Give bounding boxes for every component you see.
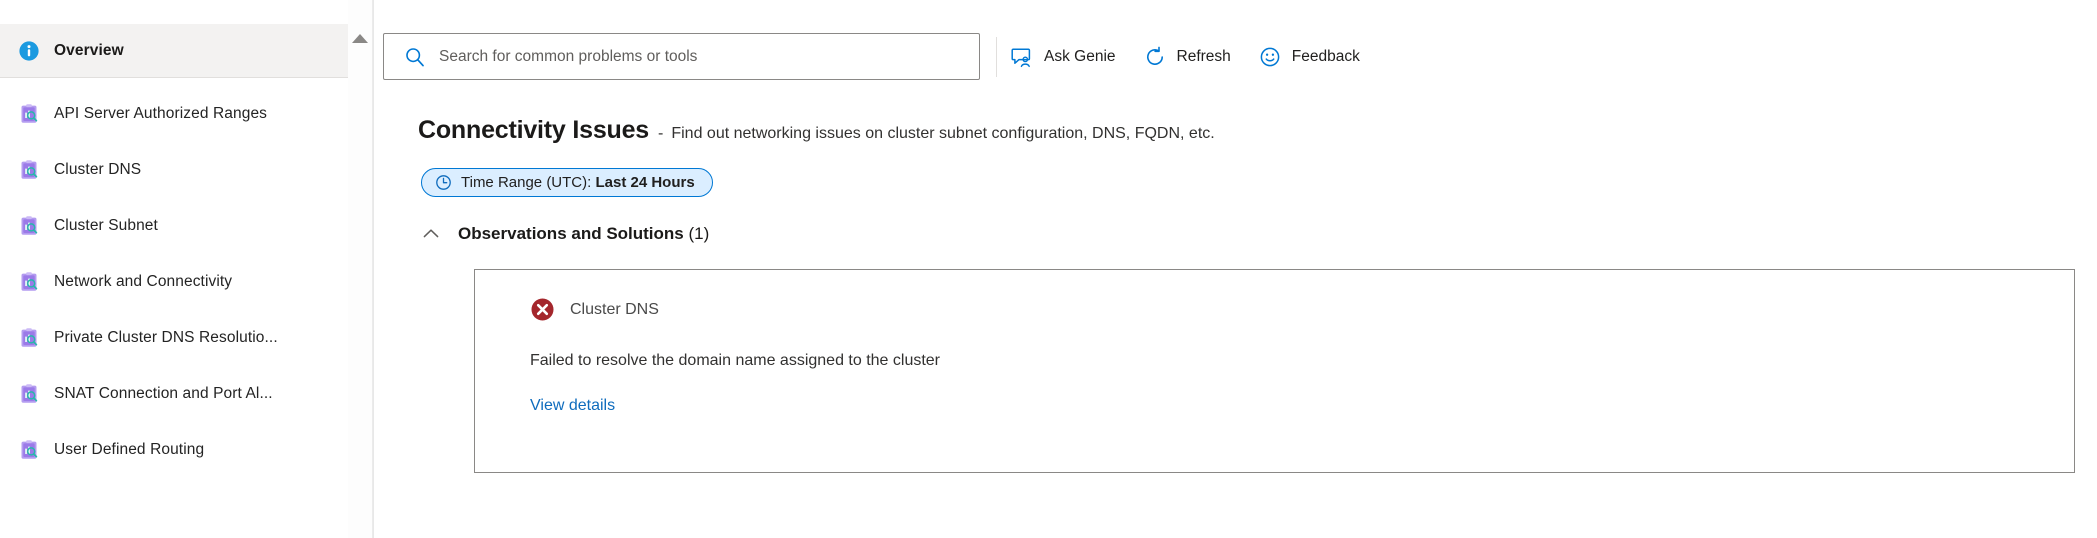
smiley-icon [1259, 46, 1281, 68]
feedback-button[interactable]: Feedback [1245, 40, 1374, 74]
time-range-text: Time Range (UTC): Last 24 Hours [461, 174, 695, 191]
sidebar-item-snat-connection-and-port-allocation[interactable]: SNAT Connection and Port Al... [0, 371, 348, 417]
refresh-button[interactable]: Refresh [1130, 40, 1245, 74]
error-circle-icon [530, 297, 555, 322]
time-range-value: Last 24 Hours [595, 174, 694, 191]
sidebar-item-cluster-dns[interactable]: Cluster DNS [0, 147, 348, 193]
observations-count: (1) [688, 224, 709, 243]
observation-card-title: Cluster DNS [570, 301, 659, 319]
chevron-up-icon [421, 224, 441, 244]
observations-section-header[interactable]: Observations and Solutions (1) [421, 224, 709, 244]
clipboard-search-icon [18, 159, 40, 181]
observation-card: Cluster DNS Failed to resolve the domain… [474, 269, 2075, 473]
search-box[interactable] [383, 33, 980, 80]
chat-person-icon [1011, 46, 1033, 68]
toolbar: Ask Genie Refresh [383, 0, 2097, 80]
clipboard-search-icon [18, 103, 40, 125]
sidebar-item-label: API Server Authorized Ranges [54, 105, 267, 123]
sidebar-item-api-server-authorized-ranges[interactable]: API Server Authorized Ranges [0, 91, 348, 137]
sidebar-item-label: Private Cluster DNS Resolutio... [54, 329, 278, 347]
sidebar-item-label: Overview [54, 42, 124, 60]
sidebar-item-user-defined-routing[interactable]: User Defined Routing [0, 427, 348, 473]
sidebar-item-private-cluster-dns-resolution[interactable]: Private Cluster DNS Resolutio... [0, 315, 348, 361]
time-range-label: Time Range (UTC): [461, 174, 595, 191]
search-input[interactable] [439, 48, 919, 66]
observations-title-text: Observations and Solutions [458, 224, 688, 243]
feedback-label: Feedback [1292, 48, 1360, 66]
view-details-link[interactable]: View details [530, 397, 615, 415]
sidebar-item-label: SNAT Connection and Port Al... [54, 385, 273, 403]
clipboard-search-icon [18, 215, 40, 237]
ask-genie-button[interactable]: Ask Genie [997, 40, 1130, 74]
page-title: Connectivity Issues [418, 116, 649, 145]
clipboard-search-icon [18, 439, 40, 461]
sidebar-item-cluster-subnet[interactable]: Cluster Subnet [0, 203, 348, 249]
sidebar-item-label: Network and Connectivity [54, 273, 232, 291]
observation-card-description: Failed to resolve the domain name assign… [475, 352, 2074, 370]
info-circle-icon [18, 40, 40, 62]
sidebar: Overview API Server Authorized Ranges [0, 0, 348, 538]
clock-icon [435, 174, 452, 191]
time-range-pill[interactable]: Time Range (UTC): Last 24 Hours [421, 168, 713, 197]
time-range-row: Time Range (UTC): Last 24 Hours [421, 168, 2097, 197]
clipboard-search-icon [18, 383, 40, 405]
page-subtitle: Find out networking issues on cluster su… [671, 125, 1214, 143]
refresh-icon [1144, 46, 1166, 68]
clipboard-search-icon [18, 271, 40, 293]
observations-section-title: Observations and Solutions (1) [458, 224, 709, 244]
main-content: Ask Genie Refresh [348, 0, 2097, 538]
search-icon [404, 46, 426, 68]
page-title-row: Connectivity Issues - Find out networkin… [418, 116, 2097, 145]
refresh-label: Refresh [1177, 48, 1231, 66]
clipboard-search-icon [18, 327, 40, 349]
sidebar-item-label: Cluster DNS [54, 161, 141, 179]
ask-genie-label: Ask Genie [1044, 48, 1116, 66]
sidebar-item-label: Cluster Subnet [54, 217, 158, 235]
sidebar-item-label: User Defined Routing [54, 441, 204, 459]
observation-card-header: Cluster DNS [475, 297, 2074, 322]
diagnostics-page: Overview API Server Authorized Ranges [0, 0, 2097, 538]
sidebar-item-overview[interactable]: Overview [0, 24, 348, 78]
sidebar-item-list: API Server Authorized Ranges Cluster DNS [0, 78, 348, 473]
page-title-separator: - [658, 125, 663, 143]
sidebar-item-network-and-connectivity[interactable]: Network and Connectivity [0, 259, 348, 305]
